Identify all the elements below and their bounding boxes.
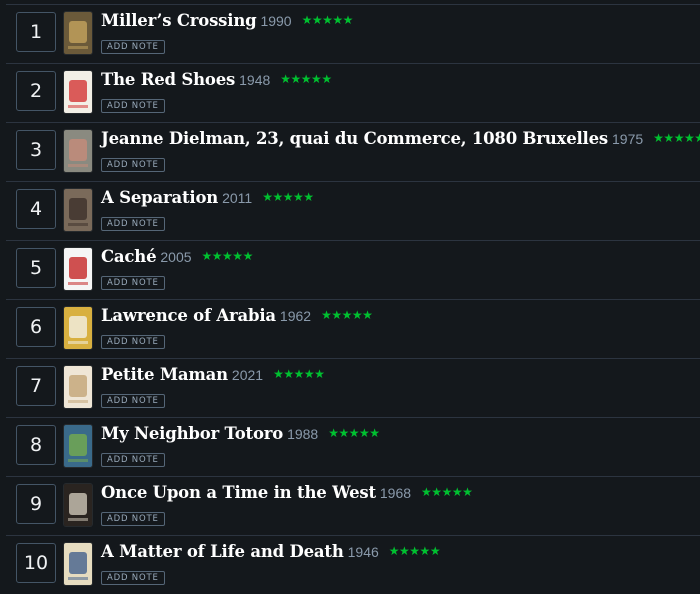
rank-number: 7	[16, 366, 56, 406]
film-year[interactable]: 1975	[612, 131, 643, 147]
rank-number: 2	[16, 71, 56, 111]
star-rating-icon: ★★★★★	[388, 544, 441, 558]
title-line: Jeanne Dielman, 23, quai du Commerce, 10…	[101, 129, 700, 148]
film-year[interactable]: 1946	[348, 544, 379, 560]
title-line: The Red Shoes 1948 ★★★★★	[101, 70, 332, 89]
rank-number: 9	[16, 484, 56, 524]
star-rating-icon: ★★★★★	[280, 72, 332, 86]
title-line: Petite Maman 2021 ★★★★★	[101, 365, 325, 384]
add-note-button[interactable]: ADD NOTE	[101, 276, 165, 290]
add-note-button[interactable]: ADD NOTE	[101, 217, 165, 231]
film-year[interactable]: 2021	[232, 367, 263, 383]
rank-number: 1	[16, 12, 56, 52]
title-line: A Matter of Life and Death 1946 ★★★★★	[101, 542, 441, 561]
add-note-button[interactable]: ADD NOTE	[101, 394, 165, 408]
poster-thumbnail[interactable]	[64, 543, 92, 585]
film-title[interactable]: A Matter of Life and Death	[101, 542, 344, 561]
add-note-button[interactable]: ADD NOTE	[101, 453, 165, 467]
list-item: 10 A Matter of Life and Death 1946 ★★★★★…	[6, 535, 700, 594]
film-title[interactable]: Once Upon a Time in the West	[101, 483, 376, 502]
star-rating-icon: ★★★★★	[421, 485, 473, 499]
star-rating-icon: ★★★★★	[653, 131, 700, 145]
poster-thumbnail[interactable]	[64, 71, 92, 113]
star-rating-icon: ★★★★★	[262, 190, 314, 204]
list-item: 8 My Neighbor Totoro 1988 ★★★★★ ADD NOTE	[6, 417, 700, 476]
title-line: A Separation 2011 ★★★★★	[101, 188, 314, 207]
poster-thumbnail[interactable]	[64, 12, 92, 54]
film-year[interactable]: 1988	[287, 426, 318, 442]
title-line: Lawrence of Arabia 1962 ★★★★★	[101, 306, 373, 325]
film-year[interactable]: 1962	[280, 308, 311, 324]
poster-thumbnail[interactable]	[64, 366, 92, 408]
star-rating-icon: ★★★★★	[273, 367, 325, 381]
title-line: Miller’s Crossing 1990 ★★★★★	[101, 11, 353, 30]
rank-number: 10	[16, 543, 56, 583]
film-title[interactable]: Petite Maman	[101, 365, 228, 384]
film-year[interactable]: 1968	[380, 485, 411, 501]
title-line: My Neighbor Totoro 1988 ★★★★★	[101, 424, 380, 443]
rank-number: 4	[16, 189, 56, 229]
list-item: 2 The Red Shoes 1948 ★★★★★ ADD NOTE	[6, 63, 700, 122]
add-note-button[interactable]: ADD NOTE	[101, 571, 165, 585]
film-year[interactable]: 1948	[239, 72, 270, 88]
star-rating-icon: ★★★★★	[321, 308, 373, 322]
add-note-button[interactable]: ADD NOTE	[101, 99, 165, 113]
list-item: 6 Lawrence of Arabia 1962 ★★★★★ ADD NOTE	[6, 299, 700, 358]
film-title[interactable]: The Red Shoes	[101, 70, 235, 89]
star-rating-icon: ★★★★★	[328, 426, 380, 440]
poster-thumbnail[interactable]	[64, 484, 92, 526]
film-title[interactable]: My Neighbor Totoro	[101, 424, 283, 443]
film-year[interactable]: 2011	[222, 190, 252, 206]
film-year[interactable]: 2005	[160, 249, 191, 265]
title-line: Caché 2005 ★★★★★	[101, 247, 253, 266]
film-title[interactable]: Caché	[101, 247, 157, 266]
film-title[interactable]: Lawrence of Arabia	[101, 306, 276, 325]
add-note-button[interactable]: ADD NOTE	[101, 158, 165, 172]
list-item: 1 Miller’s Crossing 1990 ★★★★★ ADD NOTE	[6, 4, 700, 63]
film-title[interactable]: Jeanne Dielman, 23, quai du Commerce, 10…	[101, 129, 608, 148]
list-item: 9 Once Upon a Time in the West 1968 ★★★★…	[6, 476, 700, 535]
film-title[interactable]: A Separation	[101, 188, 218, 207]
title-line: Once Upon a Time in the West 1968 ★★★★★	[101, 483, 473, 502]
poster-thumbnail[interactable]	[64, 425, 92, 467]
list-item: 4 A Separation 2011 ★★★★★ ADD NOTE	[6, 181, 700, 240]
film-title[interactable]: Miller’s Crossing	[101, 11, 257, 30]
rank-number: 5	[16, 248, 56, 288]
poster-thumbnail[interactable]	[64, 130, 92, 172]
poster-thumbnail[interactable]	[64, 307, 92, 349]
poster-thumbnail[interactable]	[64, 248, 92, 290]
add-note-button[interactable]: ADD NOTE	[101, 335, 165, 349]
rank-number: 3	[16, 130, 56, 170]
star-rating-icon: ★★★★★	[301, 13, 354, 27]
add-note-button[interactable]: ADD NOTE	[101, 512, 165, 526]
rank-number: 6	[16, 307, 56, 347]
list-item: 3 Jeanne Dielman, 23, quai du Commerce, …	[6, 122, 700, 181]
list-item: 7 Petite Maman 2021 ★★★★★ ADD NOTE	[6, 358, 700, 417]
list-item: 5 Caché 2005 ★★★★★ ADD NOTE	[6, 240, 700, 299]
star-rating-icon: ★★★★★	[201, 249, 254, 263]
film-year[interactable]: 1990	[260, 13, 291, 29]
add-note-button[interactable]: ADD NOTE	[101, 40, 165, 54]
poster-thumbnail[interactable]	[64, 189, 92, 231]
rank-number: 8	[16, 425, 56, 465]
